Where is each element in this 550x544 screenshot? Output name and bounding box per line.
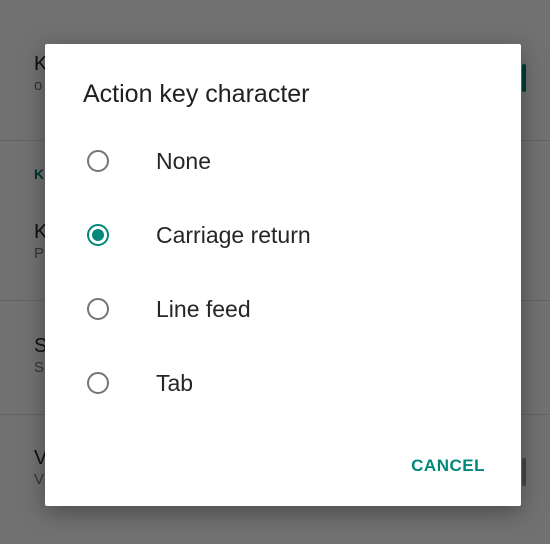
- action-key-dialog: Action key character None Carriage retur…: [45, 44, 521, 506]
- radio-unchecked-icon[interactable]: [87, 298, 109, 320]
- option-none[interactable]: None: [45, 124, 521, 198]
- dialog-title: Action key character: [83, 80, 310, 108]
- option-label: Tab: [156, 369, 194, 396]
- option-label: Carriage return: [156, 221, 311, 248]
- option-line-feed[interactable]: Line feed: [45, 272, 521, 346]
- option-carriage-return[interactable]: Carriage return: [45, 198, 521, 272]
- radio-group: None Carriage return Line feed Tab: [45, 124, 521, 420]
- radio-unchecked-icon[interactable]: [87, 150, 109, 172]
- radio-unchecked-icon[interactable]: [87, 372, 109, 394]
- option-label: None: [156, 147, 211, 174]
- radio-checked-icon[interactable]: [87, 224, 109, 246]
- option-label: Line feed: [156, 295, 251, 322]
- cancel-button[interactable]: CANCEL: [411, 456, 485, 476]
- screen: K o K K P S S V V Action key character: [0, 0, 550, 544]
- option-tab[interactable]: Tab: [45, 346, 521, 420]
